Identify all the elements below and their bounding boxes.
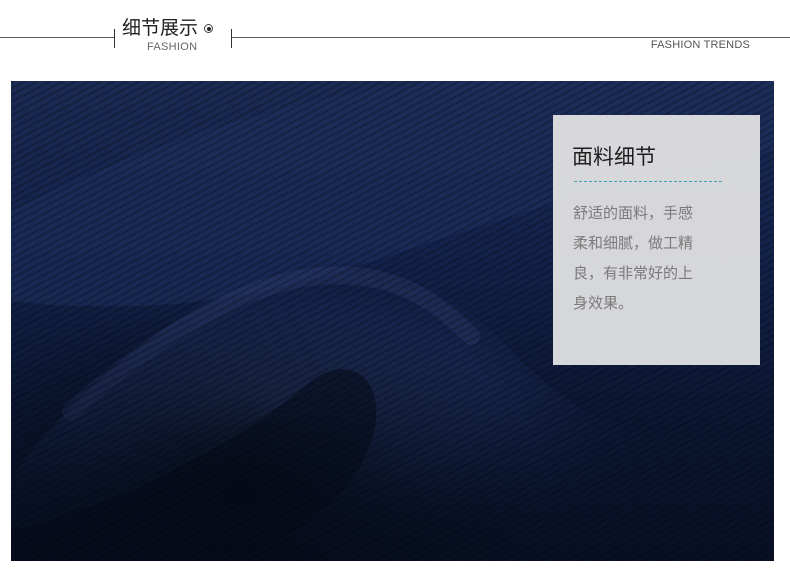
header-line-left	[0, 37, 114, 38]
header-line-right	[232, 37, 790, 38]
fabric-info-card: 面料细节 舒适的面料，手感 柔和细腻，做工精 良，有非常好的上 身效果。	[553, 115, 760, 365]
section-title: 细节展示	[122, 17, 199, 39]
card-title: 面料细节	[572, 145, 656, 169]
card-description-line: 良，有非常好的上	[573, 264, 694, 282]
fashion-trends-label: FASHION TRENDS	[650, 39, 750, 51]
card-description-line: 舒适的面料，手感	[573, 204, 694, 222]
detail-display-section: 细节展示 FASHION FASHION TRENDS 面料细节 舒适的面料，手…	[0, 0, 790, 568]
card-description-line: 身效果。	[573, 294, 634, 312]
section-subtitle: FASHION	[147, 41, 198, 53]
dot-bullet-icon	[204, 24, 213, 33]
header-divider-right	[231, 29, 232, 48]
card-description: 舒适的面料，手感 柔和细腻，做工精 良，有非常好的上 身效果。	[573, 198, 743, 318]
header-divider-left	[114, 29, 115, 48]
card-description-line: 柔和细腻，做工精	[573, 234, 694, 252]
card-divider	[574, 181, 722, 182]
